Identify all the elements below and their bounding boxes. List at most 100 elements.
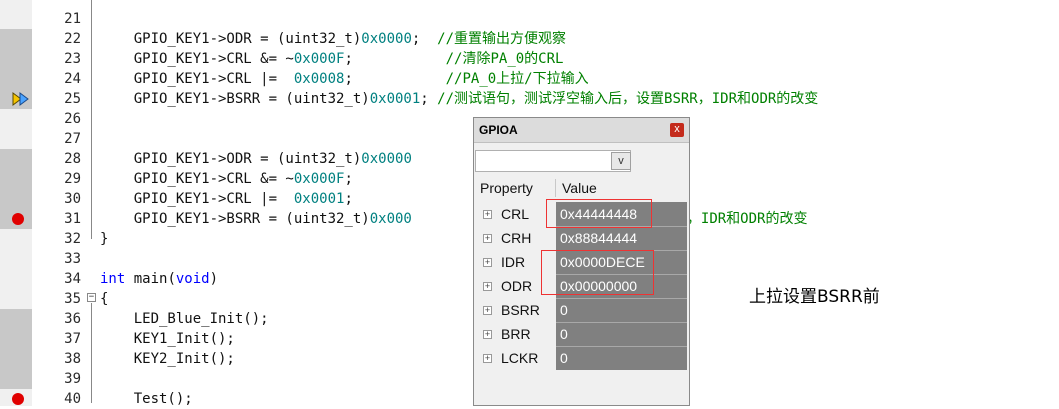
code-token: 0x000F <box>293 51 345 67</box>
code-text: KEY1_Init(); <box>100 329 235 349</box>
code-token: void <box>175 271 210 287</box>
line-number: 37 <box>64 331 81 347</box>
code-text: GPIO_KEY1->CRL &= ~0x000F; <box>100 169 353 189</box>
line-number: 38 <box>64 351 81 367</box>
code-token: GPIO_KEY1->ODR = (uint32_t) <box>100 151 362 167</box>
line-number: 34 <box>64 271 81 287</box>
expand-icon[interactable]: + <box>483 210 492 219</box>
code-token: KEY2_Init(); <box>100 351 235 367</box>
expand-icon[interactable]: + <box>483 330 492 339</box>
register-value[interactable]: 0 <box>556 298 687 322</box>
code-token: Test(); <box>100 391 193 407</box>
highlight-box-crl <box>546 199 652 228</box>
execution-pointer-icon <box>12 92 29 106</box>
register-name: BSRR <box>501 302 540 318</box>
code-text: Test(); <box>100 389 193 409</box>
line-number: 31 <box>64 211 81 227</box>
code-token: GPIO_KEY1->CRL &= ~ <box>100 51 294 67</box>
code-token: 0x0008 <box>293 71 345 87</box>
code-token: GPIO_KEY1->BSRR = (uint32_t) <box>100 211 370 227</box>
line-number: 39 <box>64 371 81 387</box>
register-value[interactable]: 0x88844444 <box>556 226 687 250</box>
code-token: ) <box>209 271 219 287</box>
code-text: KEY2_Init(); <box>100 349 235 369</box>
register-name: LCKR <box>501 350 539 366</box>
line-number: 23 <box>64 51 81 67</box>
breakpoint-icon[interactable] <box>12 213 24 225</box>
code-text: LED_Blue_Init(); <box>100 309 269 329</box>
line-number: 26 <box>64 111 81 127</box>
code-text: GPIO_KEY1->BSRR = (uint32_t)0x0001; //测试… <box>100 89 819 109</box>
code-token: main( <box>125 271 176 287</box>
code-line[interactable]: 21 <box>0 9 1059 29</box>
gpio-register-window[interactable]: GPIOA x v Property Value + CRL 0x44444448 +… <box>473 117 690 406</box>
code-text: GPIO_KEY1->CRL |= 0x0008; //PA_0上拉/下拉输入 <box>100 69 589 89</box>
register-value[interactable]: 0 <box>556 322 687 346</box>
expand-icon[interactable]: + <box>483 258 492 267</box>
fold-toggle-icon[interactable]: − <box>87 293 96 302</box>
register-row-bsrr[interactable]: + BSRR 0 <box>474 298 689 322</box>
code-token: ; <box>411 31 438 47</box>
line-number: 35 <box>64 291 81 307</box>
line-number: 27 <box>64 131 81 147</box>
line-number: 24 <box>64 71 81 87</box>
code-text: GPIO_KEY1->CRL &= ~0x000F; //清除PA_0的CRL <box>100 49 564 69</box>
line-number: 33 <box>64 251 81 267</box>
line-number: 22 <box>64 31 81 47</box>
code-text: GPIO_KEY1->BSRR = (uint32_t)0x000 空输入后，设… <box>100 209 808 229</box>
code-token: GPIO_KEY1->ODR = (uint32_t) <box>100 31 362 47</box>
register-row-lckr[interactable]: + LCKR 0 <box>474 346 689 370</box>
code-token: ; <box>420 91 438 107</box>
line-number: 36 <box>64 311 81 327</box>
register-row-brr[interactable]: + BRR 0 <box>474 322 689 346</box>
code-token: GPIO_KEY1->CRL |= <box>100 191 294 207</box>
fold-guide-line <box>91 0 92 239</box>
code-text: } <box>100 229 108 249</box>
code-token: ; <box>344 171 353 187</box>
register-value[interactable]: 0 <box>556 346 687 370</box>
line-number: 21 <box>64 11 81 27</box>
close-icon[interactable]: x <box>670 123 684 137</box>
line-number: 40 <box>64 391 81 407</box>
line-number: 25 <box>64 91 81 107</box>
code-token: //清除PA_0的CRL <box>445 51 564 67</box>
line-number: 30 <box>64 191 81 207</box>
code-token: 0x0001 <box>369 91 421 107</box>
register-name: CRH <box>501 230 532 246</box>
code-text: GPIO_KEY1->ODR = (uint32_t)0x0000 <box>100 149 412 169</box>
row-divider <box>556 298 687 299</box>
row-divider <box>556 346 687 347</box>
register-row-crh[interactable]: + CRH 0x88844444 <box>474 226 689 250</box>
header-separator[interactable] <box>555 179 556 197</box>
code-line[interactable]: 23 GPIO_KEY1->CRL &= ~0x000F; //清除PA_0的C… <box>0 49 1059 69</box>
register-name: BRR <box>501 326 531 342</box>
expand-icon[interactable]: + <box>483 234 492 243</box>
code-token: //PA_0上拉/下拉输入 <box>445 71 589 87</box>
code-text: GPIO_KEY1->ODR = (uint32_t)0x0000; //重置输… <box>100 29 566 49</box>
peripheral-select[interactable] <box>475 150 631 172</box>
code-token: ; <box>344 51 446 67</box>
code-line[interactable]: 24 GPIO_KEY1->CRL |= 0x0008; //PA_0上拉/下拉… <box>0 69 1059 89</box>
code-text: { <box>100 289 108 309</box>
register-name: IDR <box>501 254 526 270</box>
code-line[interactable]: 25 GPIO_KEY1->BSRR = (uint32_t)0x0001; /… <box>0 89 1059 109</box>
code-token: GPIO_KEY1->CRL &= ~ <box>100 171 294 187</box>
code-token: 0x0001 <box>293 191 345 207</box>
chevron-down-icon[interactable]: v <box>611 152 631 170</box>
code-token: LED_Blue_Init(); <box>100 311 269 327</box>
code-token: { <box>100 291 109 307</box>
code-token: 0x000F <box>293 171 345 187</box>
code-text: int main(void) <box>100 269 218 289</box>
expand-icon[interactable]: + <box>483 306 492 315</box>
code-line[interactable]: 22 GPIO_KEY1->ODR = (uint32_t)0x0000; //… <box>0 29 1059 49</box>
expand-icon[interactable]: + <box>483 354 492 363</box>
breakpoint-icon[interactable] <box>12 393 24 405</box>
code-token: } <box>100 231 109 247</box>
annotation-text: 上拉设置BSRR前 <box>749 287 880 307</box>
expand-icon[interactable]: + <box>483 282 492 291</box>
header-value: Value <box>562 180 597 196</box>
code-token: GPIO_KEY1->BSRR = (uint32_t) <box>100 91 370 107</box>
code-token: 0x0000 <box>361 31 412 47</box>
window-titlebar[interactable]: GPIOA x <box>474 118 689 143</box>
code-token: 0x000 <box>369 211 412 227</box>
